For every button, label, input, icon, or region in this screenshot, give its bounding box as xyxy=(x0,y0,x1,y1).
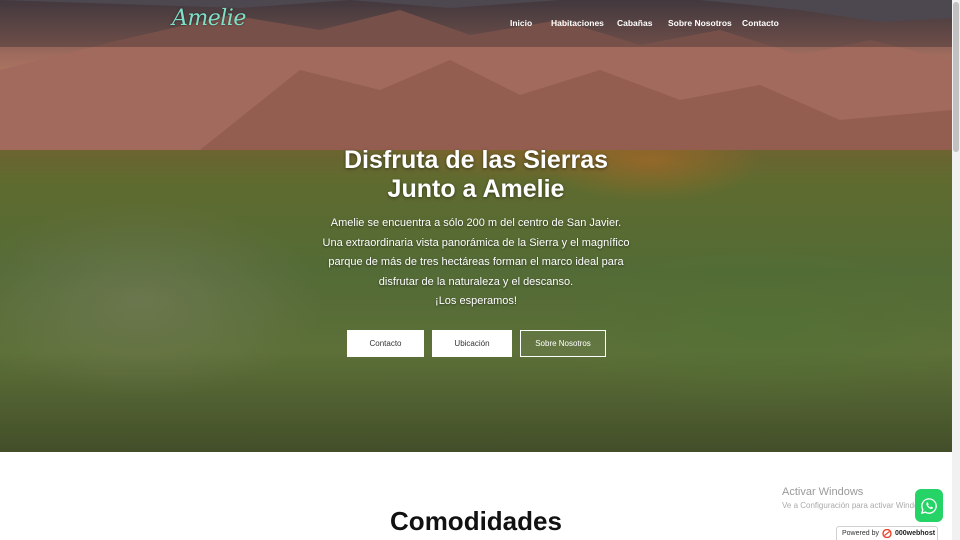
nav-links: Inicio Habitaciones Cabañas Sobre Nosotr… xyxy=(0,18,952,32)
section-title: Comodidades xyxy=(390,506,562,536)
ubicacion-button[interactable]: Ubicación xyxy=(432,330,512,357)
powered-by-label: Powered by xyxy=(842,530,879,537)
nav-link-contacto[interactable]: Contacto xyxy=(742,18,779,28)
scrollbar-thumb[interactable] xyxy=(953,2,959,152)
navbar: Amelie Inicio Habitaciones Cabañas Sobre… xyxy=(0,0,952,47)
nav-link-sobre-nosotros[interactable]: Sobre Nosotros xyxy=(668,18,732,28)
nav-link-cabanas[interactable]: Cabañas xyxy=(617,18,652,28)
powered-by-badge[interactable]: Powered by 000webhost xyxy=(836,526,938,540)
windows-activation-subtitle: Ve a Configuración para activar Windows. xyxy=(782,501,918,510)
sobre-nosotros-button[interactable]: Sobre Nosotros xyxy=(520,330,606,357)
hero-title-line1: Disfruta de las Sierras xyxy=(343,146,608,174)
000webhost-logo-icon xyxy=(882,529,892,538)
nav-link-inicio[interactable]: Inicio xyxy=(510,18,532,28)
powered-by-brand: 000webhost xyxy=(894,530,936,537)
hero-description: Amelie se encuentra a sólo 200 m del cen… xyxy=(322,217,630,288)
whatsapp-icon xyxy=(920,497,937,514)
hero-section: Disfruta de las Sierras Junto a Amelie A… xyxy=(0,0,952,452)
hero-title: Disfruta de las Sierras Junto a Amelie xyxy=(276,146,676,204)
windows-activation-title: Activar Windows xyxy=(782,486,864,498)
hero-cta-text: ¡Los esperamos! xyxy=(435,295,517,307)
whatsapp-button[interactable] xyxy=(915,489,943,522)
contacto-button[interactable]: Contacto xyxy=(347,330,424,357)
page-scrollbar[interactable] xyxy=(952,0,960,540)
hero-title-line2: Junto a Amelie xyxy=(387,175,565,203)
nav-link-habitaciones[interactable]: Habitaciones xyxy=(551,18,604,28)
